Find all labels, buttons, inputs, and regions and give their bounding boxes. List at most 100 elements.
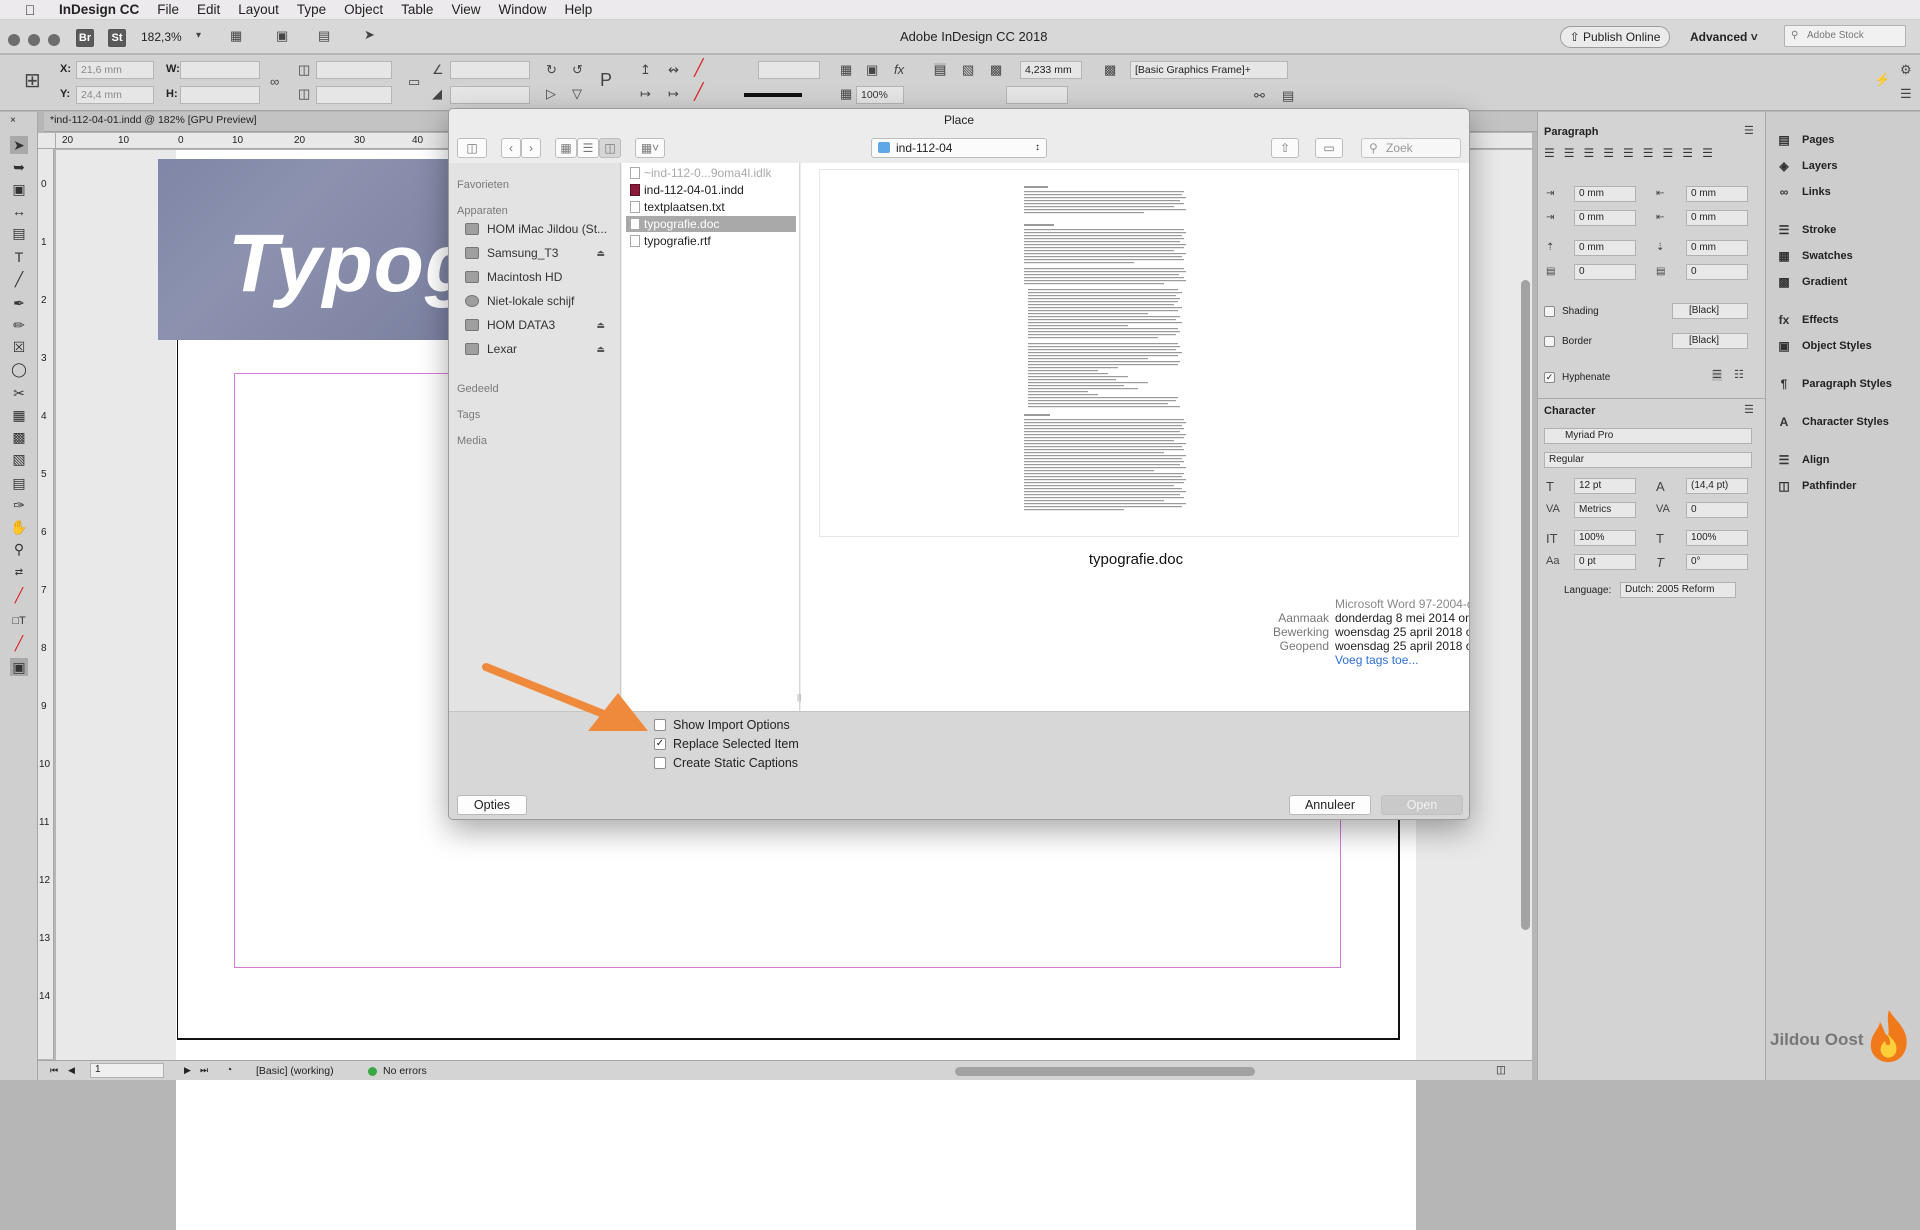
clear-overrides-icon[interactable]: ⚯: [1254, 89, 1265, 102]
publish-online-button[interactable]: ⇧ Publish Online: [1560, 26, 1670, 48]
eject-icon[interactable]: ⏏: [596, 248, 605, 259]
tag-button[interactable]: ▭: [1315, 138, 1343, 158]
folder-path-popup[interactable]: ind-112-04 ↕: [871, 138, 1047, 158]
font-style-field[interactable]: Regular: [1544, 452, 1752, 468]
text-wrap-icon[interactable]: ▤: [934, 63, 947, 76]
sidebar-item-imac[interactable]: HOM iMac Jildou (St...: [465, 219, 615, 239]
hand-tool-icon[interactable]: ✋: [10, 518, 28, 536]
type-tool-icon[interactable]: T: [10, 248, 28, 266]
add-tags-link[interactable]: Voeg tags toe...: [1335, 653, 1418, 667]
static-captions-checkbox[interactable]: [654, 757, 666, 769]
select-container-icon[interactable]: ↥: [640, 63, 651, 76]
paragraph-panel-title[interactable]: Paragraph: [1544, 126, 1598, 138]
selection-tool-icon[interactable]: ➤: [10, 136, 28, 154]
auto-fit-icon[interactable]: ▩: [990, 63, 1002, 76]
object-style-dropdown[interactable]: [Basic Graphics Frame]+: [1130, 61, 1288, 79]
share-button[interactable]: ⇧: [1271, 138, 1299, 158]
panel-item-align[interactable]: ☰ Align: [1776, 447, 1830, 473]
panel-item-stroke[interactable]: ☰ Stroke: [1776, 217, 1837, 243]
shear-field[interactable]: [450, 86, 530, 104]
zoom-level[interactable]: 182,3%: [141, 30, 182, 44]
file-row[interactable]: typografie.rtf: [626, 233, 796, 249]
swap-colors-icon[interactable]: ⇄: [10, 564, 28, 582]
horizontal-scrollbar[interactable]: [955, 1067, 1255, 1076]
note-tool-icon[interactable]: ▤: [10, 474, 28, 492]
direct-selection-icon[interactable]: ➥: [10, 158, 28, 176]
icon-view-button[interactable]: ▦: [555, 138, 577, 158]
character-panel-title[interactable]: Character: [1544, 405, 1595, 417]
last-line-indent-field[interactable]: 0 mm: [1686, 210, 1748, 226]
options-button[interactable]: Opties: [457, 795, 527, 815]
document-tab[interactable]: *ind-112-04-01.indd @ 182% [GPU Preview]: [50, 114, 257, 126]
y-position-field[interactable]: 24,4 mm: [76, 86, 154, 104]
back-button[interactable]: ‹: [501, 138, 521, 158]
sidebar-section-tags[interactable]: Tags: [457, 409, 480, 421]
fill-none-icon[interactable]: ╱: [694, 61, 704, 77]
gradient-feather-icon[interactable]: ▧: [10, 450, 28, 468]
panel-item-links[interactable]: ∞ Links: [1776, 179, 1831, 205]
fitting-frame-icon[interactable]: ▣: [866, 63, 878, 76]
align-to-grid-icon[interactable]: ☰: [1712, 370, 1722, 381]
list-view-button[interactable]: ☰: [577, 138, 599, 158]
x-position-field[interactable]: 21,6 mm: [76, 61, 154, 79]
menu-window[interactable]: Window: [489, 2, 555, 17]
zoom-window-button[interactable]: [48, 34, 60, 46]
apple-icon[interactable]: : [20, 2, 40, 18]
kerning-field[interactable]: Metrics: [1574, 502, 1636, 518]
space-before-field[interactable]: 0 mm: [1574, 240, 1636, 256]
fitting-content-icon[interactable]: ▦: [840, 63, 852, 76]
last-page-icon[interactable]: ⏭: [200, 1065, 208, 1076]
screen-mode-icon[interactable]: ▣: [276, 29, 288, 42]
panel-item-gradient[interactable]: ▩ Gradient: [1776, 269, 1847, 295]
font-family-field[interactable]: Myriad Pro: [1544, 428, 1752, 444]
file-row[interactable]: textplaatsen.txt: [626, 199, 796, 215]
rectangle-frame-icon[interactable]: ☒: [10, 338, 28, 356]
shading-swatch-dropdown[interactable]: [Black]: [1672, 303, 1748, 319]
panel-item-object-styles[interactable]: ▣ Object Styles: [1776, 333, 1871, 359]
font-size-field[interactable]: 12 pt: [1574, 478, 1636, 494]
fill-stroke-icon[interactable]: ╱: [10, 586, 28, 604]
vertical-ruler[interactable]: 0 1 2 3 4 5 6 7 8 9 10 11 12 13 14: [38, 149, 54, 1059]
gallery-view-button[interactable]: ▦˅: [635, 138, 665, 158]
corner-field[interactable]: [1006, 86, 1068, 104]
text-frame-options-icon[interactable]: ▧: [962, 63, 974, 76]
flip-horizontal-icon[interactable]: ▷: [546, 87, 556, 100]
sidebar-item-samsung[interactable]: Samsung_T3 ⏏: [465, 243, 615, 263]
sidebar-section-shared[interactable]: Gedeeld: [457, 383, 499, 395]
close-tab-icon[interactable]: ×: [10, 115, 16, 126]
zoom-tool-icon[interactable]: ⚲: [10, 540, 28, 558]
panel-menu-icon[interactable]: ☰: [1744, 126, 1754, 137]
sidebar-section-devices[interactable]: Apparaten: [457, 205, 508, 217]
formatting-affects-icon[interactable]: □T: [10, 612, 28, 630]
eject-icon[interactable]: ⏏: [596, 344, 605, 355]
rotate-ccw-icon[interactable]: ↺: [572, 63, 583, 76]
file-row-selected[interactable]: typografie.doc: [626, 216, 796, 232]
reference-point-icon[interactable]: ⊞: [24, 71, 41, 91]
panel-item-character-styles[interactable]: A Character Styles: [1776, 409, 1889, 435]
drop-cap-lines-field[interactable]: 0: [1574, 264, 1636, 280]
rotate-cw-icon[interactable]: ↻: [546, 63, 557, 76]
sidebar-section-media[interactable]: Media: [457, 435, 487, 447]
minimize-window-button[interactable]: [28, 34, 40, 46]
border-checkbox[interactable]: [1544, 336, 1555, 347]
alignment-buttons[interactable]: ☰☰☰☰☰☰☰☰☰: [1544, 146, 1758, 164]
ruler-origin[interactable]: [38, 133, 56, 149]
menu-type[interactable]: Type: [288, 2, 335, 17]
vertical-scale-field[interactable]: 100%: [1574, 530, 1636, 546]
view-options-icon[interactable]: ▦: [230, 29, 242, 42]
constrain-scale-icon[interactable]: ▭: [408, 75, 420, 88]
tracking-field[interactable]: 0: [1686, 502, 1748, 518]
quick-apply-icon[interactable]: ⚡: [1874, 73, 1890, 86]
rotation-field[interactable]: [450, 61, 530, 79]
bridge-button[interactable]: Br: [76, 29, 94, 47]
panel-item-swatches[interactable]: ▦ Swatches: [1776, 243, 1852, 269]
close-window-button[interactable]: [8, 34, 20, 46]
panel-item-paragraph-styles[interactable]: ¶ Paragraph Styles: [1776, 371, 1892, 397]
sidebar-section-favorites[interactable]: Favorieten: [457, 179, 509, 191]
gradient-swatch-icon[interactable]: ▩: [10, 428, 28, 446]
first-page-icon[interactable]: ⏮: [50, 1065, 58, 1076]
workspace-switcher[interactable]: Advanced ˅: [1690, 30, 1758, 44]
panel-menu-icon[interactable]: ☰: [1900, 87, 1912, 100]
eyedropper-icon[interactable]: ✑: [10, 496, 28, 514]
select-next-icon[interactable]: ↦: [668, 87, 679, 100]
